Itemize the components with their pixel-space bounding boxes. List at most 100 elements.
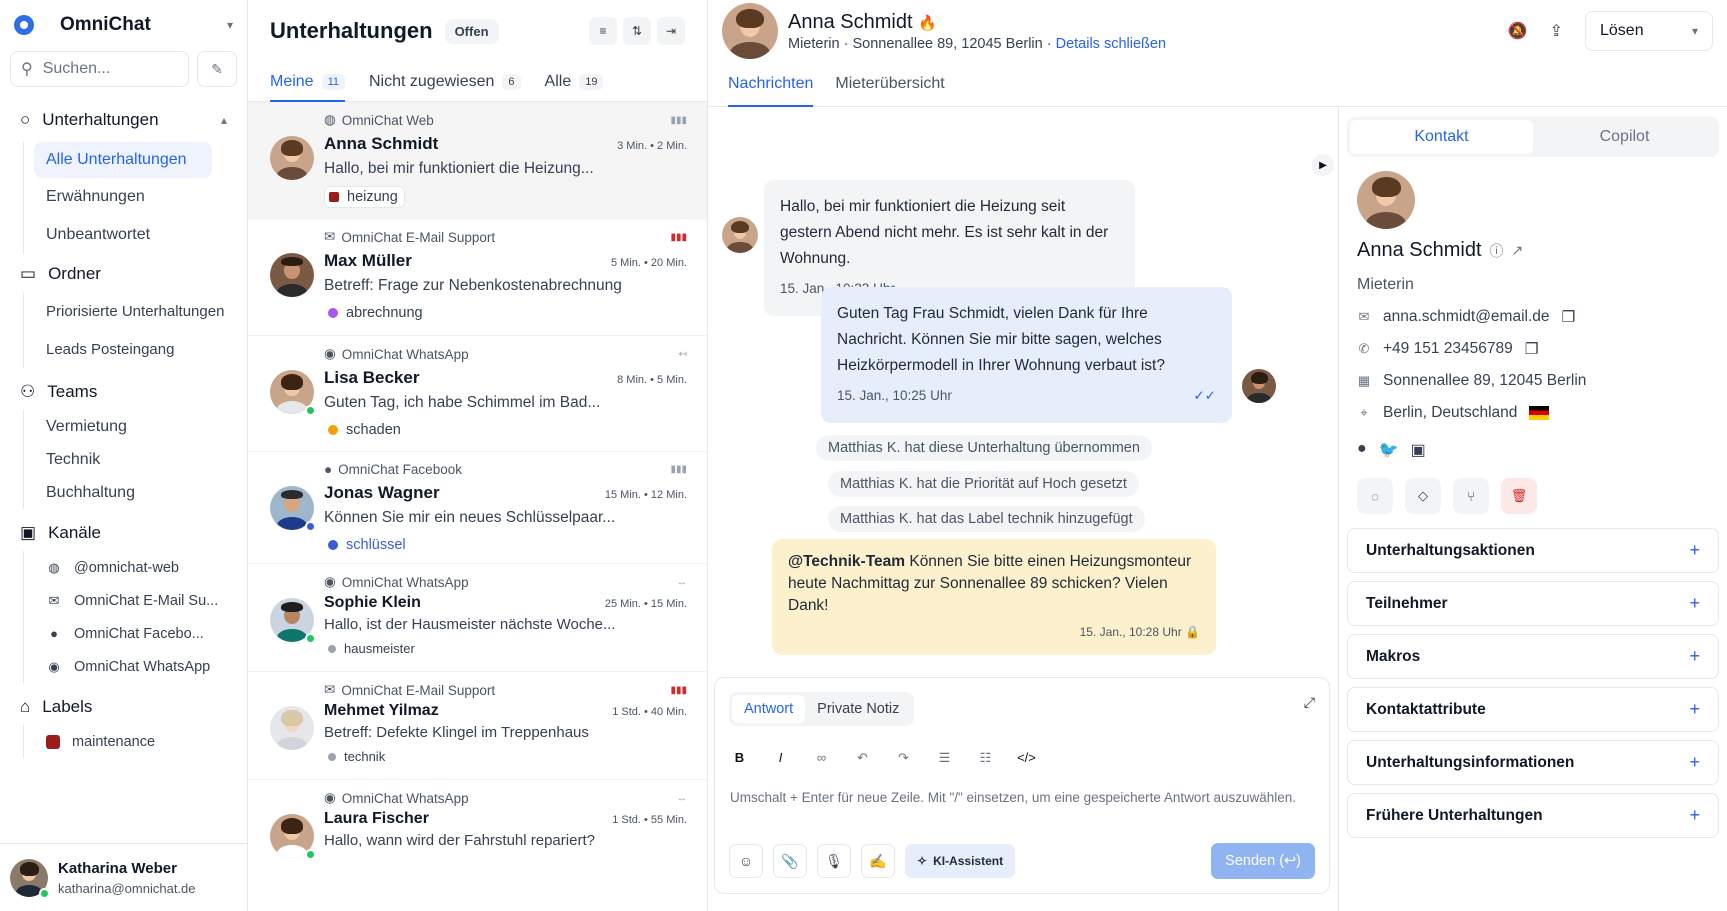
sidebar-item-team-vermietung[interactable]: Vermietung xyxy=(34,410,247,443)
priority-icon: ▮▮▮ xyxy=(670,464,687,475)
nav-section-labels[interactable]: ⌂ Labels xyxy=(0,689,247,725)
accordion-contact-attributes[interactable]: Kontaktattribute + xyxy=(1347,687,1719,732)
tab-private-note[interactable]: Private Notiz xyxy=(805,695,911,723)
list-item[interactable]: ◍ OmniChat Web ▮▮▮ Anna Schmidt 3 Min. • 2 … xyxy=(248,102,707,219)
sort-icon[interactable]: ⇅ xyxy=(623,17,651,45)
sidebar-item-leads[interactable]: Leads Posteingang xyxy=(34,330,247,368)
sidebar-item-team-buchhaltung[interactable]: Buchhaltung xyxy=(34,476,247,509)
list-item[interactable]: ◉ OmniChat WhatsApp ↔ Sophie Klein 25 Min. … xyxy=(248,564,707,672)
workspace-switcher[interactable]: OmniChat ▾ xyxy=(0,0,247,50)
priority-icon: ↔ xyxy=(677,576,687,588)
whatsapp-badge-icon xyxy=(305,633,316,644)
avatar xyxy=(1242,369,1276,403)
bullet-list-icon[interactable]: ☰ xyxy=(934,750,955,766)
sidebar-item-label-maintenance[interactable]: maintenance xyxy=(34,725,247,758)
linkedin-icon[interactable]: ▣ xyxy=(1411,440,1426,460)
share-icon[interactable]: ⇪ xyxy=(1550,21,1563,41)
sidebar-item-channel-whatsapp[interactable]: ◉ OmniChat WhatsApp xyxy=(34,650,247,683)
accordion-participants[interactable]: Teilnehmer + xyxy=(1347,581,1719,626)
contact-email[interactable]: anna.schmidt@email.de xyxy=(1383,308,1550,326)
status-filter[interactable]: Offen xyxy=(444,18,499,44)
copy-icon[interactable]: ❐ xyxy=(1525,340,1539,359)
tab-messages[interactable]: Nachrichten xyxy=(728,62,814,107)
tab-count: 6 xyxy=(502,73,521,90)
priority-icon: ▮▮▮ xyxy=(670,231,687,243)
link-icon[interactable]: ∞ xyxy=(811,750,832,766)
nav-section-folders[interactable]: ▭ Ordner xyxy=(0,256,247,292)
expand-icon[interactable]: ⤢ xyxy=(1304,694,1315,711)
sidebar-item-prioritized[interactable]: Priorisierte Unterhaltungen xyxy=(34,292,247,330)
merge-contact-button[interactable]: ⑂ xyxy=(1453,478,1489,514)
mail-icon: ✉ xyxy=(324,682,336,697)
search-icon: ⚲ xyxy=(21,61,33,78)
sidebar-item-all-conversations[interactable]: Alle Unterhaltungen xyxy=(34,142,212,178)
list-item[interactable]: ◉ OmniChat WhatsApp ↤ Lisa Becker 8 Min. • … xyxy=(248,336,707,452)
copy-icon[interactable]: ❐ xyxy=(1562,308,1576,327)
message-input[interactable]: Umschalt + Enter für neue Zeile. Mit "/"… xyxy=(730,790,1296,805)
accordion-macros[interactable]: Makros + xyxy=(1347,634,1719,679)
list-item[interactable]: ◉ OmniChat WhatsApp ↔ Laura Fischer 1 Std. … xyxy=(248,780,707,870)
external-link-icon[interactable]: ↗ xyxy=(1512,242,1524,259)
facebook-icon[interactable]: ● xyxy=(1357,440,1367,460)
bold-icon[interactable]: B xyxy=(729,750,750,766)
info-icon[interactable]: ⓘ xyxy=(1490,241,1504,261)
search-input[interactable]: ⚲ Suchen... xyxy=(10,51,189,87)
redo-icon[interactable]: ↷ xyxy=(893,750,914,766)
numbered-list-icon[interactable]: ☷ xyxy=(975,750,996,766)
sidebar-item-channel-facebook[interactable]: ● OmniChat Facebo... xyxy=(34,617,247,650)
italic-icon[interactable]: I xyxy=(770,750,791,766)
twitter-icon[interactable]: 🐦 xyxy=(1379,440,1399,460)
sidebar-item-channel-email[interactable]: ✉ OmniChat E-Mail Su... xyxy=(34,584,247,617)
collapse-icon[interactable]: ⇥ xyxy=(657,17,685,45)
chevron-right-icon[interactable]: ▶ xyxy=(1312,154,1334,176)
mute-icon[interactable]: 🔕 xyxy=(1508,21,1528,41)
tab-contact[interactable]: Kontakt xyxy=(1350,120,1533,154)
list-item[interactable]: ● OmniChat Facebook ▮▮▮ Jonas Wagner 15 Min… xyxy=(248,452,707,564)
conversation-label: hausmeister xyxy=(324,639,421,658)
compose-button[interactable]: ✎ xyxy=(197,51,237,87)
tab-all[interactable]: Alle 19 xyxy=(545,62,604,101)
microphone-icon[interactable]: 🎙 xyxy=(817,844,851,878)
conversation-label: schaden xyxy=(324,420,407,440)
sidebar-item-unanswered[interactable]: Unbeantwortet xyxy=(34,216,247,254)
accordion-conversation-actions[interactable]: Unterhaltungsaktionen + xyxy=(1347,528,1719,573)
contact-phone[interactable]: +49 151 23456789 xyxy=(1383,340,1513,358)
sidebar-item-channel-web[interactable]: ◍ @omnichat-web xyxy=(34,551,247,584)
close-details-link[interactable]: Details schließen xyxy=(1056,36,1166,52)
tab-copilot[interactable]: Copilot xyxy=(1533,120,1716,154)
ai-assistant-button[interactable]: ✧ KI-Assistent xyxy=(905,844,1016,878)
tab-unassigned[interactable]: Nicht zugewiesen 6 xyxy=(369,62,521,101)
nav-section-channels[interactable]: ▣ Kanäle xyxy=(0,515,247,551)
nav-section-teams[interactable]: ⚇ Teams xyxy=(0,374,247,410)
new-message-button[interactable]: ◌ xyxy=(1357,478,1393,514)
accordion-previous-conversations[interactable]: Frühere Unterhaltungen + xyxy=(1347,793,1719,838)
sidebar-item-mentions[interactable]: Erwähnungen xyxy=(34,178,247,216)
list-item[interactable]: ✉ OmniChat E-Mail Support ▮▮▮ Mehmet Yilma… xyxy=(248,672,707,780)
label-color-swatch xyxy=(46,734,60,749)
send-button[interactable]: Senden (↩) xyxy=(1211,843,1315,879)
edit-contact-button[interactable]: ◇ xyxy=(1405,478,1441,514)
online-status-icon xyxy=(39,887,50,899)
tab-mine[interactable]: Meine 11 xyxy=(270,62,345,102)
chat-bubble-icon: ◌ xyxy=(1371,488,1379,504)
emoji-icon[interactable]: ☺ xyxy=(729,844,763,878)
tab-reply[interactable]: Antwort xyxy=(732,695,806,723)
sidebar-item-team-technik[interactable]: Technik xyxy=(34,443,247,476)
conversation-list: Unterhaltungen Offen ≡ ⇅ ⇥ Meine 11 Nicht… xyxy=(248,0,708,911)
accordion-conversation-info[interactable]: Unterhaltungsinformationen + xyxy=(1347,740,1719,785)
undo-icon[interactable]: ↶ xyxy=(852,750,873,766)
plus-icon: + xyxy=(1689,699,1700,719)
globe-icon: ◍ xyxy=(324,112,336,127)
delete-contact-button[interactable]: 🗑 xyxy=(1501,478,1537,514)
tab-tenant-overview[interactable]: Mieterübersicht xyxy=(835,62,944,106)
code-icon[interactable]: </> xyxy=(1016,750,1037,766)
nav-section-conversations[interactable]: ○ Unterhaltungen ▴ xyxy=(0,102,247,138)
current-user[interactable]: Katharina Weber katharina@omnichat.de xyxy=(0,843,247,911)
filter-icon[interactable]: ≡ xyxy=(589,17,617,45)
plus-icon: + xyxy=(1689,646,1700,666)
conversation-label: abrechnung xyxy=(324,303,429,323)
attachment-icon[interactable]: 📎 xyxy=(773,844,807,878)
resolve-button[interactable]: Lösen ▾ xyxy=(1585,11,1713,51)
signature-icon[interactable]: ✍ xyxy=(861,844,895,878)
list-item[interactable]: ✉ OmniChat E-Mail Support ▮▮▮ Max Müller 5 … xyxy=(248,219,707,336)
